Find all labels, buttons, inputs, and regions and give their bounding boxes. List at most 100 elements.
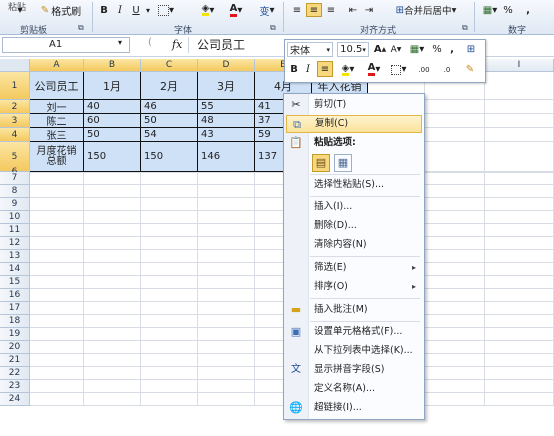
column-header[interactable]: I bbox=[485, 59, 554, 72]
grid-cell[interactable] bbox=[485, 237, 554, 250]
grid-cell[interactable] bbox=[485, 380, 554, 393]
grid-cell[interactable] bbox=[141, 224, 198, 237]
grid-cell[interactable] bbox=[84, 367, 141, 380]
row-header[interactable]: 21 bbox=[0, 354, 30, 367]
grid-cell[interactable] bbox=[30, 315, 84, 328]
grid-cell[interactable] bbox=[485, 172, 554, 185]
grid-cell[interactable] bbox=[485, 114, 554, 128]
grid-cell[interactable] bbox=[141, 315, 198, 328]
grid-cell[interactable] bbox=[425, 341, 485, 354]
grid-cell[interactable] bbox=[485, 393, 554, 406]
increase-indent-button[interactable]: ⇥ bbox=[362, 3, 376, 17]
table-cell[interactable]: 146 bbox=[198, 142, 255, 172]
table-header-cell[interactable]: 2月 bbox=[141, 72, 198, 100]
phonetic-button[interactable]: 变 ▾ bbox=[256, 3, 278, 18]
row-header[interactable]: 11 bbox=[0, 224, 30, 237]
grid-cell[interactable] bbox=[485, 263, 554, 276]
row-header[interactable]: 12 bbox=[0, 237, 30, 250]
column-header[interactable]: A bbox=[30, 59, 84, 72]
grid-cell[interactable] bbox=[198, 393, 255, 406]
italic-button[interactable]: I bbox=[114, 3, 126, 17]
shrink-font-button[interactable]: A ▼ bbox=[389, 43, 403, 56]
table-cell[interactable]: 55 bbox=[198, 100, 255, 114]
grid-cell[interactable] bbox=[84, 185, 141, 198]
border-button[interactable]: ▾ bbox=[156, 3, 176, 17]
grid-cell[interactable] bbox=[425, 224, 485, 237]
row-header[interactable]: 1 bbox=[0, 72, 30, 100]
row-header[interactable]: 22 bbox=[0, 367, 30, 380]
underline-button[interactable]: U bbox=[130, 3, 142, 17]
comma-button[interactable]: , bbox=[522, 3, 534, 17]
grid-cell[interactable] bbox=[425, 393, 485, 406]
row-header[interactable]: 2 bbox=[0, 100, 30, 114]
mini-center-button[interactable]: ≡ bbox=[317, 61, 333, 77]
mini-bold-button[interactable]: B bbox=[288, 62, 300, 77]
grid-cell[interactable] bbox=[425, 367, 485, 380]
mini-italic-button[interactable]: I bbox=[302, 62, 314, 77]
grid-cell[interactable] bbox=[30, 341, 84, 354]
align-right-button[interactable]: ≡ bbox=[324, 3, 338, 17]
grid-cell[interactable] bbox=[141, 250, 198, 263]
grid-cell[interactable] bbox=[425, 380, 485, 393]
mini-font-color-button[interactable]: A ▾ bbox=[363, 62, 385, 77]
grid-cell[interactable] bbox=[485, 224, 554, 237]
grid-cell[interactable] bbox=[198, 237, 255, 250]
grid-cell[interactable] bbox=[141, 276, 198, 289]
menu-item-insert-comment[interactable]: ▬ 插入批注(M) bbox=[286, 301, 422, 319]
menu-item-copy[interactable]: ⧉ 复制(C) bbox=[286, 115, 422, 133]
grid-cell[interactable] bbox=[198, 302, 255, 315]
grid-cell[interactable] bbox=[425, 315, 485, 328]
grow-font-button[interactable]: A ▲ bbox=[373, 43, 387, 56]
grid-cell[interactable] bbox=[141, 393, 198, 406]
table-cell[interactable]: 48 bbox=[198, 114, 255, 128]
grid-cell[interactable] bbox=[485, 100, 554, 114]
table-cell[interactable]: 46 bbox=[141, 100, 198, 114]
grid-cell[interactable] bbox=[485, 250, 554, 263]
grid-cell[interactable] bbox=[30, 302, 84, 315]
grid-cell[interactable] bbox=[198, 341, 255, 354]
table-cell[interactable]: 50 bbox=[84, 128, 141, 142]
mini-font-select[interactable]: 宋体 ▾ bbox=[287, 42, 333, 57]
grid-cell[interactable] bbox=[198, 263, 255, 276]
grid-cell[interactable] bbox=[84, 263, 141, 276]
name-box-dropdown-icon[interactable]: ▾ bbox=[118, 38, 122, 47]
table-cell[interactable]: 54 bbox=[141, 128, 198, 142]
column-header[interactable]: D bbox=[198, 59, 255, 72]
grid-cell[interactable] bbox=[30, 250, 84, 263]
grid-cell[interactable] bbox=[198, 172, 255, 185]
grid-cell[interactable] bbox=[84, 198, 141, 211]
grid-cell[interactable] bbox=[30, 185, 84, 198]
table-cell[interactable]: 60 bbox=[84, 114, 141, 128]
grid-cell[interactable] bbox=[84, 224, 141, 237]
decrease-decimal-button[interactable]: .0 bbox=[437, 62, 457, 77]
grid-cell[interactable] bbox=[84, 289, 141, 302]
table-cell[interactable]: 刘一 bbox=[30, 100, 84, 114]
menu-item-hyperlink[interactable]: 🌐 超链接(I)... bbox=[286, 399, 422, 417]
grid-cell[interactable] bbox=[84, 276, 141, 289]
accounting-format-button[interactable]: ▦ ▾ bbox=[480, 3, 500, 17]
grid-cell[interactable] bbox=[485, 328, 554, 341]
table-header-cell[interactable]: 公司员工 bbox=[30, 72, 84, 100]
grid-cell[interactable] bbox=[141, 302, 198, 315]
column-header[interactable]: B bbox=[84, 59, 141, 72]
grid-cell[interactable] bbox=[30, 172, 84, 185]
grid-cell[interactable] bbox=[425, 302, 485, 315]
align-left-button[interactable]: ≡ bbox=[290, 3, 304, 17]
row-header[interactable]: 14 bbox=[0, 263, 30, 276]
row-header[interactable]: 4 bbox=[0, 128, 30, 142]
grid-cell[interactable] bbox=[425, 142, 485, 172]
table-cell[interactable]: 张三 bbox=[30, 128, 84, 142]
column-header[interactable]: C bbox=[141, 59, 198, 72]
grid-cell[interactable] bbox=[198, 211, 255, 224]
table-cell[interactable]: 43 bbox=[198, 128, 255, 142]
grid-cell[interactable] bbox=[30, 276, 84, 289]
percent-button[interactable]: % bbox=[502, 3, 514, 17]
grid-cell[interactable] bbox=[425, 289, 485, 302]
row-header[interactable]: 20 bbox=[0, 341, 30, 354]
row-header[interactable]: 18 bbox=[0, 315, 30, 328]
grid-cell[interactable] bbox=[141, 289, 198, 302]
table-cell[interactable]: 陈二 bbox=[30, 114, 84, 128]
mini-comma-button[interactable]: , bbox=[447, 43, 457, 56]
row-header[interactable]: 7 bbox=[0, 172, 30, 185]
grid-cell[interactable] bbox=[30, 380, 84, 393]
